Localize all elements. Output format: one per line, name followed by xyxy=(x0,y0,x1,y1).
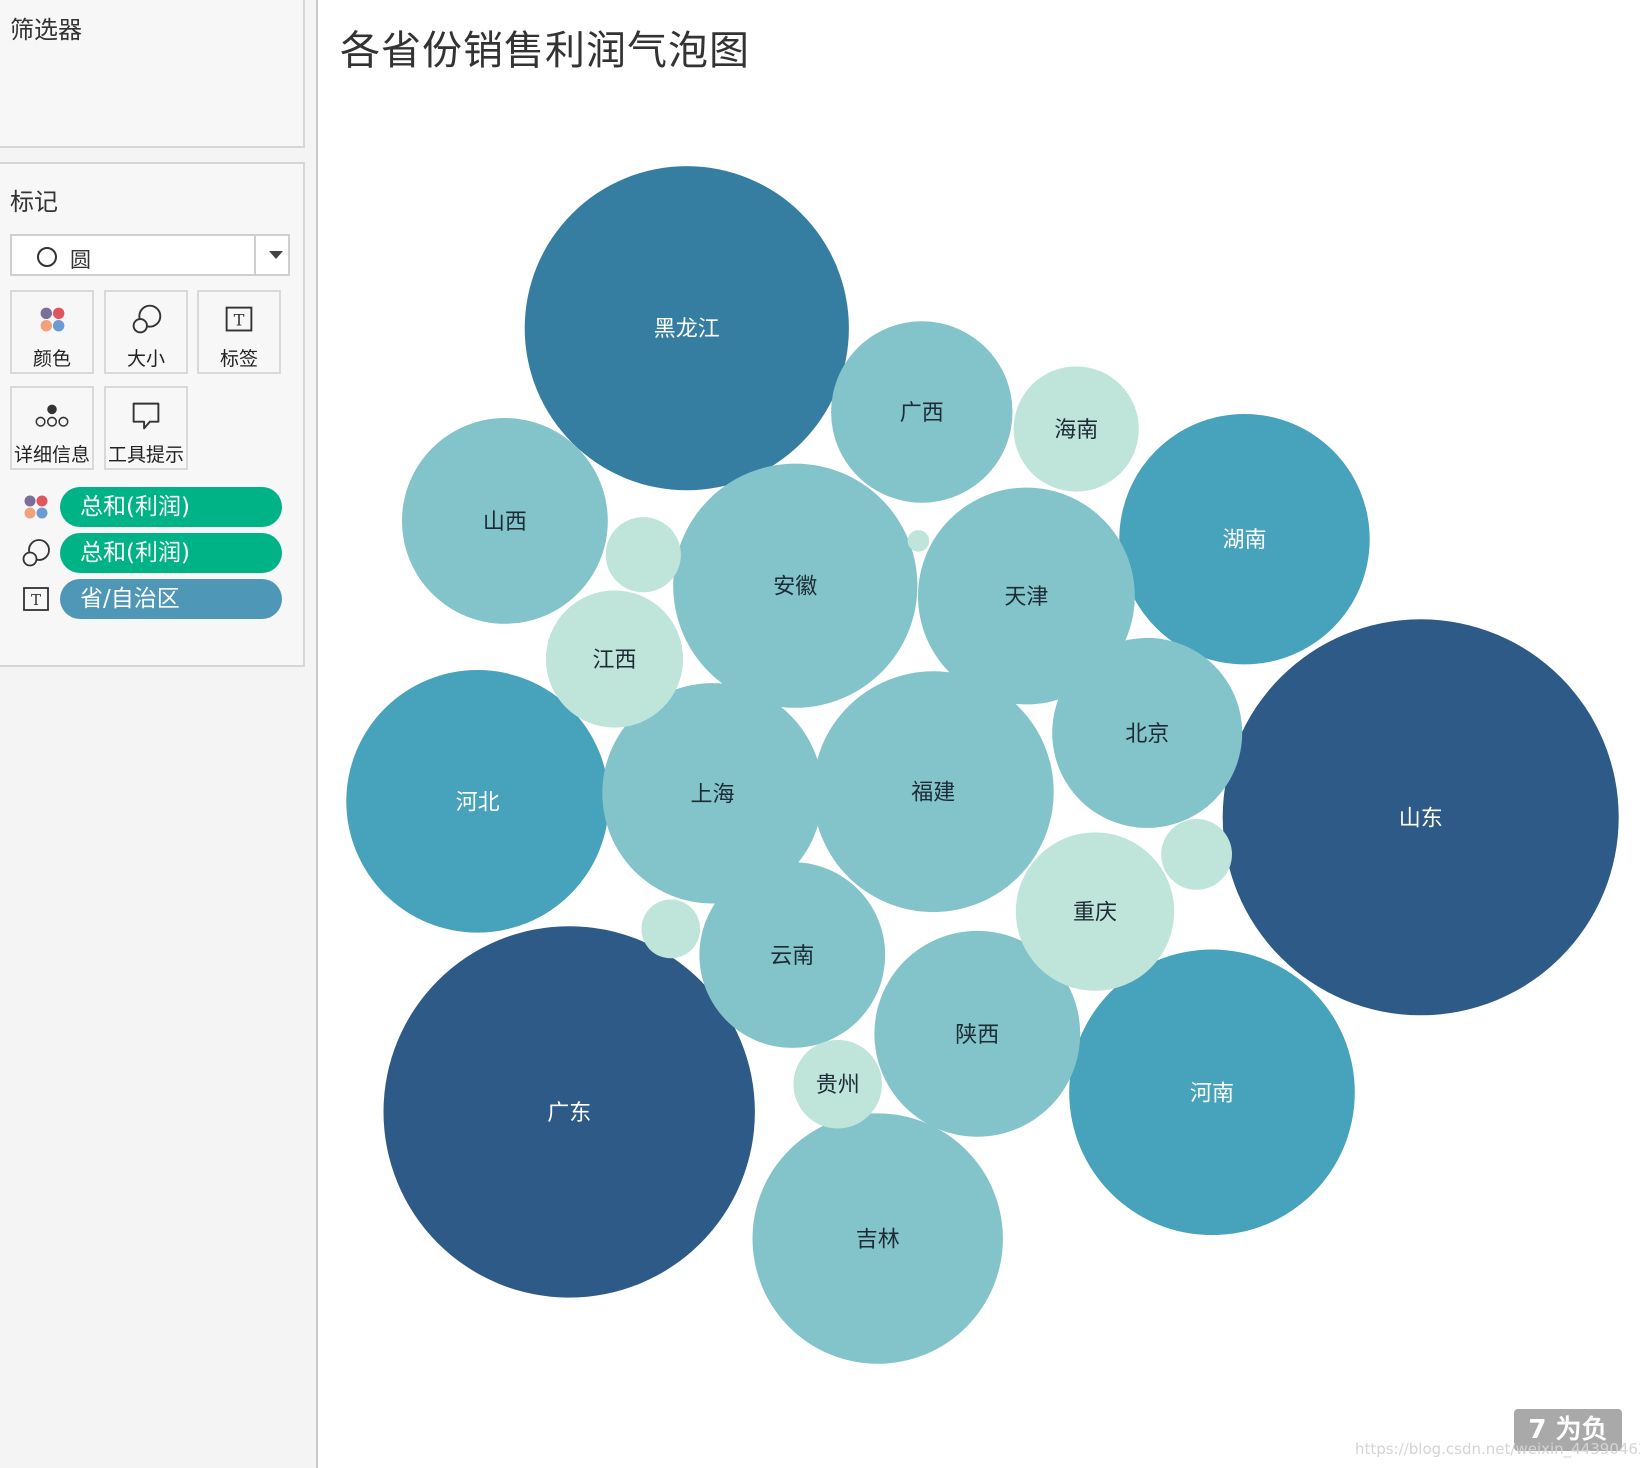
bubble-label: 山西 xyxy=(483,510,527,535)
bubble-label: 北京 xyxy=(1125,722,1169,747)
bubble-label: 上海 xyxy=(690,782,734,807)
bubble-label: 江西 xyxy=(592,648,636,673)
bubble-label: 山东 xyxy=(1399,806,1443,831)
bubble-label: 广西 xyxy=(900,401,944,426)
bubble-label: 重庆 xyxy=(1073,901,1117,926)
bubble-label: 安徽 xyxy=(773,575,817,600)
bubble-label: 贵州 xyxy=(816,1073,860,1098)
bubble-unlabeled-20[interactable] xyxy=(605,517,681,593)
bubble-label: 河北 xyxy=(456,790,500,815)
bubble-chart: 山东广东 黑龙江河南 河北 湖南吉林 安徽福建 上海 天津陕西 山西北京云南 广西重庆 江西 海南贵… xyxy=(346,166,1619,1364)
bubble-label: 湖南 xyxy=(1222,528,1266,553)
bubble-label: 云南 xyxy=(770,944,814,969)
bubble-label: 陕西 xyxy=(955,1023,999,1048)
bubble-label: 海南 xyxy=(1054,418,1098,443)
bubble-label: 广东 xyxy=(547,1101,591,1126)
bubble-label: 天津 xyxy=(1004,585,1048,610)
bubble-label: 黑龙江 xyxy=(654,317,720,342)
bubble-unlabeled-22[interactable] xyxy=(641,899,701,959)
bubble-unlabeled-23[interactable] xyxy=(907,530,930,552)
bubble-label: 福建 xyxy=(911,781,955,806)
bubble-label: 吉林 xyxy=(856,1228,900,1253)
bubble-unlabeled-21[interactable] xyxy=(1161,819,1232,890)
watermark-url: https://blog.csdn.net/weixin_44390462 xyxy=(1355,1440,1640,1458)
bubble-label: 河南 xyxy=(1190,1081,1234,1106)
